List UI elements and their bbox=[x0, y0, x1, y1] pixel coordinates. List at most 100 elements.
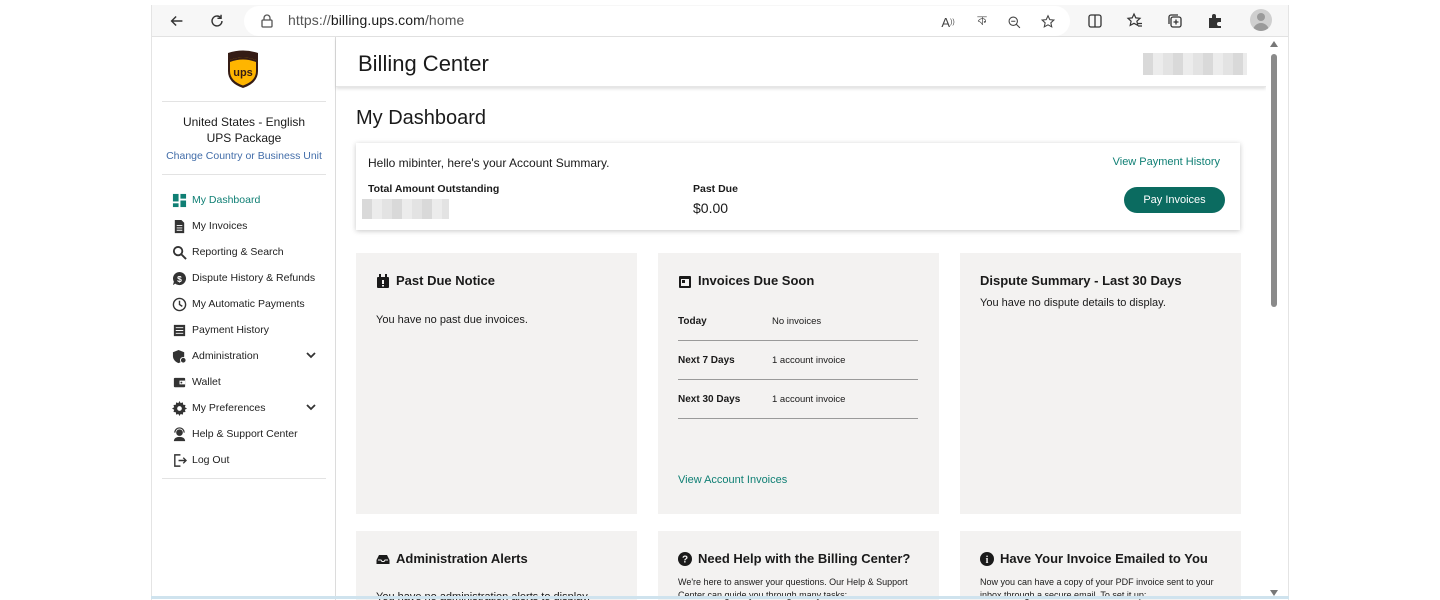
scrollbar-thumb[interactable] bbox=[1271, 54, 1277, 307]
sidebar-item-label: My Preferences bbox=[192, 402, 266, 414]
due-period-value: No invoices bbox=[772, 316, 822, 327]
sidebar-item-wallet[interactable]: Wallet bbox=[171, 373, 321, 391]
sidebar-item-dispute-history[interactable]: $ Dispute History & Refunds bbox=[171, 269, 321, 287]
address-bar[interactable]: https://billing.ups.com/home A)) ক bbox=[244, 6, 1070, 36]
chevron-down-icon[interactable] bbox=[305, 349, 317, 361]
card-title-label: Administration Alerts bbox=[396, 551, 528, 566]
sidebar-item-reporting-search[interactable]: Reporting & Search bbox=[171, 243, 321, 261]
card-title-label: Past Due Notice bbox=[396, 273, 495, 288]
list-item: Next 30 Days 1 account invoice bbox=[678, 380, 918, 419]
lock-icon bbox=[258, 12, 276, 30]
sidebar-item-payment-history[interactable]: Payment History bbox=[171, 321, 321, 339]
card-title: Administration Alerts bbox=[376, 551, 528, 566]
sidebar-item-administration[interactable]: Administration bbox=[171, 347, 321, 365]
card-title: Dispute Summary - Last 30 Days bbox=[980, 273, 1182, 288]
zoom-out-icon[interactable] bbox=[1004, 12, 1024, 32]
sidebar-item-label: Administration bbox=[192, 350, 259, 362]
split-screen-icon[interactable] bbox=[1083, 9, 1107, 33]
view-account-invoices-link[interactable]: View Account Invoices bbox=[678, 474, 787, 486]
account-menu[interactable] bbox=[1143, 53, 1247, 75]
url-text: https://billing.ups.com/home bbox=[288, 12, 465, 28]
divider bbox=[162, 174, 326, 175]
favorite-add-icon[interactable] bbox=[1038, 12, 1058, 32]
sidebar-item-my-invoices[interactable]: My Invoices bbox=[171, 217, 321, 235]
sidebar-item-my-preferences[interactable]: My Preferences bbox=[171, 399, 321, 417]
past-due-value: $0.00 bbox=[693, 200, 729, 216]
sidebar-item-label: Log Out bbox=[192, 454, 230, 466]
admin-shield-icon bbox=[171, 348, 187, 364]
list-item: Next 7 Days 1 account invoice bbox=[678, 341, 918, 380]
card-title: Past Due Notice bbox=[376, 273, 495, 288]
due-period-label: Next 7 Days bbox=[678, 355, 735, 366]
scroll-up-icon[interactable] bbox=[1270, 41, 1278, 47]
due-period-label: Next 30 Days bbox=[678, 394, 741, 405]
sidebar-item-label: My Dashboard bbox=[192, 194, 261, 206]
sidebar-item-label: Help & Support Center bbox=[192, 428, 298, 440]
svg-text:i: i bbox=[986, 555, 989, 566]
browser-toolbar: https://billing.ups.com/home A)) ক bbox=[152, 5, 1288, 37]
main-content: Billing Center My Dashboard Hello mibint… bbox=[336, 37, 1266, 600]
pay-invoices-button[interactable]: Pay Invoices bbox=[1124, 187, 1225, 213]
dispute-summary-card: Dispute Summary - Last 30 Days You have … bbox=[960, 253, 1241, 514]
calendar-alert-icon bbox=[376, 273, 390, 288]
invoices-due-card: Invoices Due Soon Today No invoices Next… bbox=[658, 253, 939, 514]
sidebar: ups United States - English UPS Package … bbox=[152, 37, 336, 600]
email-invoice-card: i Have Your Invoice Emailed to You Now y… bbox=[960, 531, 1241, 600]
card-title-label: Dispute Summary - Last 30 Days bbox=[980, 273, 1182, 288]
total-outstanding-value bbox=[362, 199, 449, 219]
total-outstanding-label: Total Amount Outstanding bbox=[368, 183, 500, 195]
translate-icon[interactable]: ক bbox=[972, 12, 992, 32]
dispute-icon: $ bbox=[171, 270, 187, 286]
document-icon bbox=[171, 218, 187, 234]
card-title: ? Need Help with the Billing Center? bbox=[678, 551, 910, 566]
back-icon[interactable] bbox=[165, 9, 189, 33]
card-text: You have no past due invoices. bbox=[376, 314, 528, 326]
divider bbox=[162, 478, 326, 479]
wallet-icon bbox=[171, 374, 187, 390]
sidebar-item-log-out[interactable]: Log Out bbox=[171, 451, 321, 469]
vertical-scrollbar[interactable] bbox=[1266, 37, 1282, 600]
card-title: i Have Your Invoice Emailed to You bbox=[980, 551, 1208, 566]
svg-text:$: $ bbox=[177, 273, 182, 283]
sidebar-item-my-dashboard[interactable]: My Dashboard bbox=[171, 191, 321, 209]
due-period-label: Today bbox=[678, 316, 707, 327]
favorites-icon[interactable] bbox=[1123, 9, 1147, 33]
sidebar-item-label: Dispute History & Refunds bbox=[192, 272, 316, 284]
dashboard-icon bbox=[171, 192, 187, 208]
card-title-label: Need Help with the Billing Center? bbox=[698, 551, 911, 566]
sidebar-item-label: My Automatic Payments bbox=[192, 298, 305, 310]
ups-logo[interactable]: ups bbox=[226, 49, 260, 89]
sidebar-item-help-support[interactable]: Help & Support Center bbox=[171, 425, 321, 443]
list-item: Today No invoices bbox=[678, 302, 918, 341]
dashboard-title: My Dashboard bbox=[356, 107, 487, 129]
sidebar-item-label: My Invoices bbox=[192, 220, 248, 232]
greeting-text: Hello mibinter, here's your Account Summ… bbox=[368, 156, 610, 170]
change-country-link[interactable]: Change Country or Business Unit bbox=[152, 150, 336, 162]
card-title-label: Have Your Invoice Emailed to You bbox=[1000, 551, 1208, 566]
refresh-icon[interactable] bbox=[205, 9, 229, 33]
extensions-icon[interactable] bbox=[1203, 9, 1227, 33]
support-agent-icon bbox=[171, 426, 187, 442]
clock-icon bbox=[171, 296, 187, 312]
sidebar-item-label: Reporting & Search bbox=[192, 246, 284, 258]
info-circle-icon: i bbox=[980, 551, 994, 566]
read-aloud-icon[interactable]: A)) bbox=[938, 12, 958, 32]
svg-text:?: ? bbox=[682, 554, 688, 565]
page-title: Billing Center bbox=[358, 51, 489, 76]
help-card: ? Need Help with the Billing Center? We'… bbox=[658, 531, 939, 600]
business-unit-label: UPS Package bbox=[206, 131, 282, 145]
logout-icon bbox=[171, 452, 187, 468]
admin-alerts-card: Administration Alerts You have no admini… bbox=[356, 531, 637, 600]
country-label: United States - English bbox=[182, 115, 306, 129]
window-bottom-edge bbox=[151, 596, 1289, 599]
sidebar-item-label: Wallet bbox=[192, 376, 221, 388]
profile-avatar[interactable] bbox=[1250, 9, 1272, 31]
view-payment-history-link[interactable]: View Payment History bbox=[1113, 156, 1220, 168]
chevron-down-icon[interactable] bbox=[305, 401, 317, 413]
collections-icon[interactable] bbox=[1163, 9, 1187, 33]
sidebar-item-automatic-payments[interactable]: My Automatic Payments bbox=[171, 295, 321, 313]
divider bbox=[162, 101, 326, 102]
past-due-label: Past Due bbox=[693, 183, 738, 195]
gear-icon bbox=[171, 400, 187, 416]
due-period-value: 1 account invoice bbox=[772, 394, 846, 405]
